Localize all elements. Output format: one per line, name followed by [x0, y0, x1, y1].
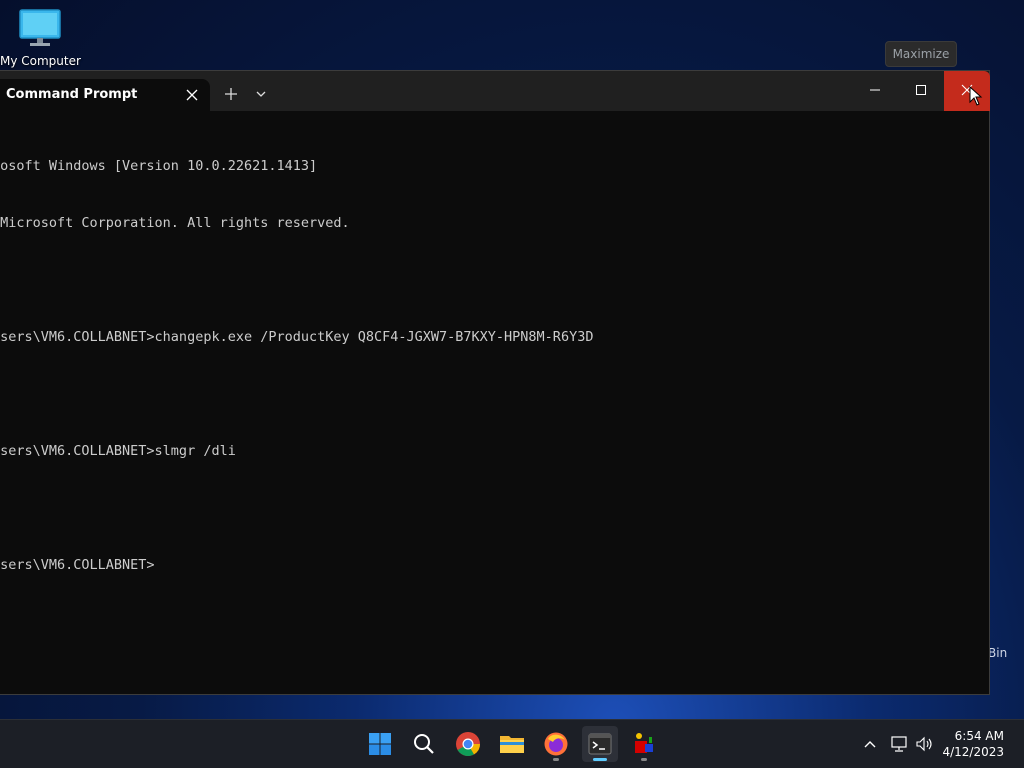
- maximize-button[interactable]: [898, 71, 944, 111]
- search-button[interactable]: [406, 726, 442, 762]
- clock-date: 4/12/2023: [942, 745, 1004, 759]
- paint-app-button[interactable]: [626, 726, 662, 762]
- active-indicator: [593, 758, 607, 761]
- terminal-icon: [588, 733, 612, 755]
- recycle-bin-label[interactable]: Bin: [988, 646, 1007, 660]
- chevron-up-icon[interactable]: [860, 734, 880, 754]
- clock-time: 6:54 AM: [954, 729, 1004, 743]
- volume-icon[interactable]: [914, 734, 934, 754]
- console-prompt-line[interactable]: Users\VM6.COLLABNET>: [0, 556, 989, 575]
- desktop-icon-my-computer[interactable]: My Computer: [0, 8, 81, 68]
- maximize-tooltip: Maximize: [885, 41, 957, 67]
- system-clock[interactable]: 6:54 AM 4/12/2023: [942, 728, 1004, 760]
- start-icon: [369, 733, 391, 755]
- search-icon: [414, 734, 434, 754]
- running-indicator: [553, 758, 559, 761]
- tab-close-icon[interactable]: [182, 85, 202, 105]
- mouse-cursor-icon: [969, 85, 983, 110]
- console-line: Users\VM6.COLLABNET>changepk.exe /Produc…: [0, 329, 594, 345]
- terminal-window: Command Prompt rosoft Windows [Version 1…: [0, 70, 990, 695]
- chevron-down-icon[interactable]: [250, 81, 272, 107]
- terminal-button[interactable]: [582, 726, 618, 762]
- file-explorer-button[interactable]: [494, 726, 530, 762]
- console-output[interactable]: rosoft Windows [Version 10.0.22621.1413]…: [0, 119, 989, 613]
- title-bar[interactable]: Command Prompt: [0, 71, 990, 111]
- chrome-icon: [456, 732, 480, 757]
- console-line: Microsoft Corporation. All rights reserv…: [0, 215, 350, 231]
- taskbar: 6:54 AM 4/12/2023: [0, 719, 1024, 768]
- new-tab-button[interactable]: [218, 81, 244, 107]
- desktop-icon-label: My Computer: [0, 54, 81, 68]
- chrome-button[interactable]: [450, 726, 486, 762]
- minimize-button[interactable]: [852, 71, 898, 111]
- paint-app-icon: [635, 733, 653, 753]
- tab-title: Command Prompt: [6, 87, 138, 102]
- console-line: rosoft Windows [Version 10.0.22621.1413]: [0, 158, 318, 174]
- firefox-button[interactable]: [538, 726, 574, 762]
- tab-command-prompt[interactable]: Command Prompt: [0, 79, 210, 111]
- file-explorer-icon: [500, 736, 524, 753]
- start-button[interactable]: [362, 726, 398, 762]
- network-icon[interactable]: [890, 734, 910, 754]
- running-indicator: [641, 758, 647, 761]
- firefox-icon: [544, 732, 568, 756]
- close-button[interactable]: [944, 71, 990, 111]
- console-line: Users\VM6.COLLABNET>slmgr /dli: [0, 443, 236, 459]
- computer-icon: [18, 8, 62, 48]
